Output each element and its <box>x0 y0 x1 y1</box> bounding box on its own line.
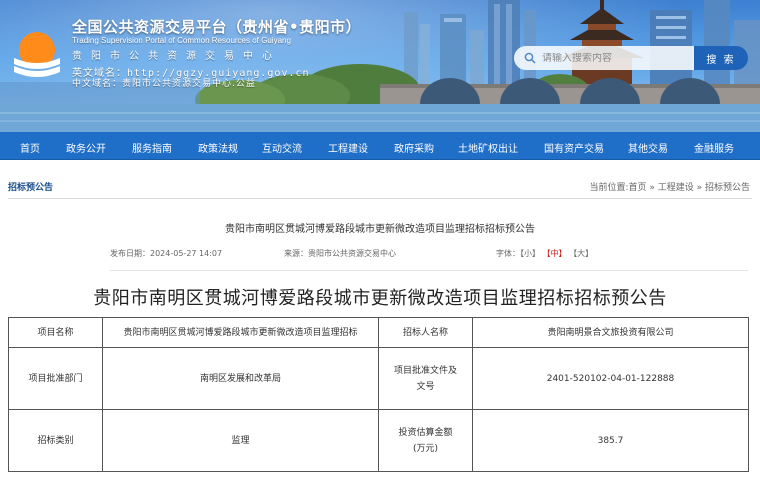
search-icon <box>524 52 536 64</box>
search-box <box>514 46 694 70</box>
site-logo-icon <box>14 32 60 77</box>
table-cell-label: 项目名称 <box>8 317 103 348</box>
search-button[interactable]: 搜 索 <box>694 46 748 70</box>
nav-item-policies[interactable]: 政策法规 <box>198 140 238 155</box>
divider <box>8 198 752 199</box>
table-cell-value: 385.7 <box>472 409 749 472</box>
table-cell-label: 项目批准部门 <box>8 347 103 410</box>
nav-item-financial-services[interactable]: 金融服务 <box>694 140 734 155</box>
publish-date-value: 2024-05-27 14:07 <box>150 249 223 258</box>
breadcrumb[interactable]: 当前位置:首页 » 工程建设 » 招标预公告 <box>590 180 751 193</box>
site-subtitle: 贵阳市公共资源交易中心 <box>72 51 281 62</box>
breadcrumb-bar: 招标预公告 当前位置:首页 » 工程建设 » 招标预公告 <box>0 172 760 194</box>
publish-date-label: 发布日期： <box>110 249 150 258</box>
table-cell-label: 招标人名称 <box>378 317 473 348</box>
section-label: 招标预公告 <box>8 183 54 193</box>
nav-item-land-mining[interactable]: 土地矿权出让 <box>458 140 518 155</box>
header-banner: 全国公共资源交易平台（贵州省•贵阳市） Trading Supervision … <box>0 0 760 132</box>
font-size-large-button[interactable]: 【大】 <box>569 249 593 258</box>
source: 来源：贵阳市公共资源交易中心 <box>284 248 396 259</box>
nav-item-other-trading[interactable]: 其他交易 <box>628 140 668 155</box>
nav-item-procurement[interactable]: 政府采购 <box>394 140 434 155</box>
divider <box>110 270 748 271</box>
table-cell-label: 项目批准文件及文号 <box>378 347 473 410</box>
nav-item-service-guide[interactable]: 服务指南 <box>132 140 172 155</box>
table-cell-value: 监理 <box>102 409 379 472</box>
site-title-en: Trading Supervision Portal of Common Res… <box>72 36 291 45</box>
main-nav: 首页 政务公开 服务指南 政策法规 互动交流 工程建设 政府采购 土地矿权出让 … <box>0 132 760 160</box>
table-cell-label: 招标类别 <box>8 409 103 472</box>
font-size-medium-button[interactable]: 【中】 <box>543 249 567 258</box>
source-value: 贵阳市公共资源交易中心 <box>308 249 396 258</box>
table-row: 项目名称 贵阳市南明区贯城河博爱路段城市更新微改造项目监理招标 招标人名称 贵阳… <box>8 317 749 348</box>
site-title: 全国公共资源交易平台（贵州省•贵阳市） <box>72 18 362 36</box>
table-cell-label: 投资估算金额(万元) <box>378 409 473 472</box>
nav-item-state-assets[interactable]: 国有资产交易 <box>544 140 604 155</box>
table-cell-value: 南明区发展和改革局 <box>102 347 379 410</box>
nav-item-government-affairs[interactable]: 政务公开 <box>66 140 106 155</box>
table-row: 招标类别 监理 投资估算金额(万元) 385.7 <box>8 409 749 472</box>
table-cell-value: 贵阳市南明区贯城河博爱路段城市更新微改造项目监理招标 <box>102 317 379 348</box>
source-label: 来源： <box>284 249 308 258</box>
font-size-controls: 字体：【小】 【中】 【大】 <box>496 248 593 259</box>
article-title: 贵阳市南明区贯城河博爱路段城市更新微改造项目监理招标招标预公告 <box>93 288 667 309</box>
table-cell-value: 贵阳南明景合文旅投资有限公司 <box>472 317 749 348</box>
table-row: 项目批准部门 南明区发展和改革局 项目批准文件及文号 2401-520102-0… <box>8 347 749 410</box>
nav-item-engineering[interactable]: 工程建设 <box>328 140 368 155</box>
chinese-domain: 中文域名：贵阳市公共资源交易中心.公益 <box>72 79 256 89</box>
article-title-small: 贵阳市南明区贯城河博爱路段城市更新微改造项目监理招标招标预公告 <box>225 224 535 235</box>
nav-item-home[interactable]: 首页 <box>20 140 40 155</box>
project-info-table: 项目名称 贵阳市南明区贯城河博爱路段城市更新微改造项目监理招标 招标人名称 贵阳… <box>8 317 749 472</box>
font-size-small-button[interactable]: 【小】 <box>520 249 540 258</box>
publish-date: 发布日期：2024-05-27 14:07 <box>110 248 222 259</box>
nav-item-interaction[interactable]: 互动交流 <box>262 140 302 155</box>
search-input[interactable] <box>542 52 692 64</box>
font-size-label: 字体： <box>496 249 520 258</box>
table-cell-value: 2401-520102-04-01-122888 <box>472 347 749 410</box>
